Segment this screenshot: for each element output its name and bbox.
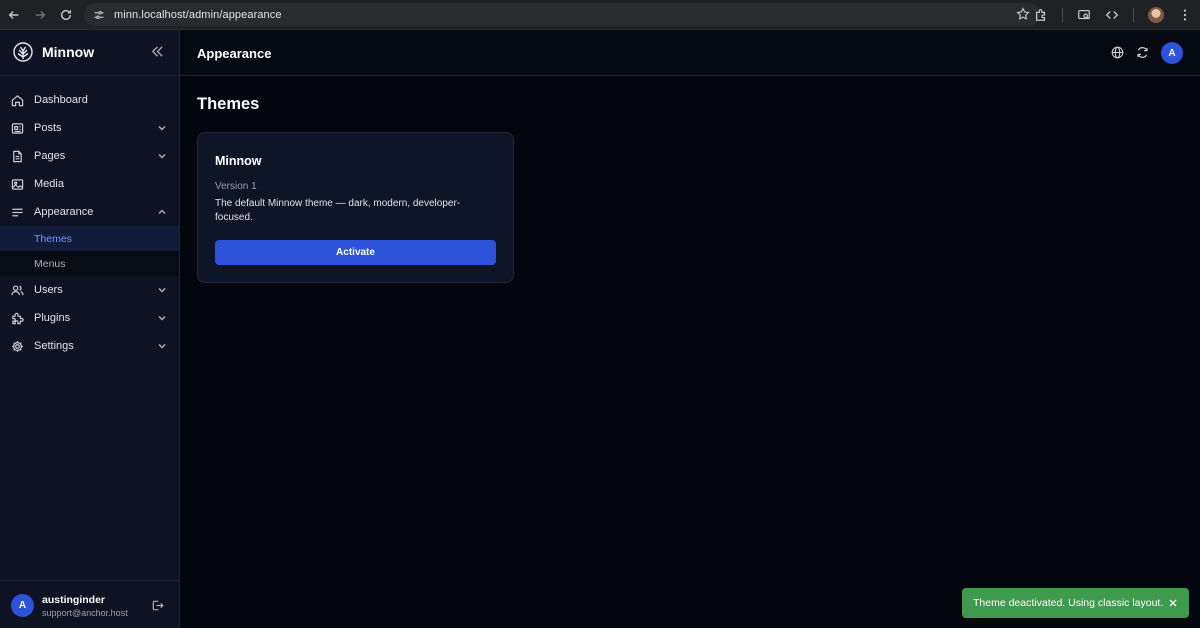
chevron-down-icon <box>158 126 166 131</box>
activate-button[interactable]: Activate <box>215 240 496 265</box>
sidebar-item-label: Pages <box>34 150 66 162</box>
sidebar-item-dashboard[interactable]: Dashboard <box>0 86 179 114</box>
sidebar-item-pages[interactable]: Pages <box>0 142 179 170</box>
header-title: Appearance <box>197 46 272 61</box>
url-text[interactable]: minn.localhost/admin/appearance <box>114 9 282 21</box>
sidebar-item-appearance[interactable]: Appearance <box>0 198 179 226</box>
users-icon <box>11 284 24 297</box>
cast-icon[interactable] <box>1077 8 1091 22</box>
chevron-up-icon <box>158 209 166 214</box>
toolbar-divider <box>1062 8 1063 22</box>
sidebar-subitem-themes[interactable]: Themes <box>0 226 179 251</box>
sidebar-item-media[interactable]: Media <box>0 170 179 198</box>
gear-icon <box>11 340 24 353</box>
appearance-icon <box>11 206 24 219</box>
sidebar-item-label: Settings <box>34 340 74 352</box>
page-title: Themes <box>197 95 260 113</box>
sidebar-item-label: Appearance <box>34 206 94 218</box>
reload-button[interactable] <box>54 3 78 27</box>
posts-icon <box>11 122 24 135</box>
collapse-sidebar-icon[interactable] <box>151 45 164 58</box>
user-email: support@anchor.host <box>42 608 128 618</box>
sidebar-item-posts[interactable]: Posts <box>0 114 179 142</box>
theme-version: Version 1 <box>215 181 257 192</box>
arrow-right-icon <box>35 10 46 19</box>
puzzle-icon <box>11 312 24 325</box>
pages-icon <box>11 150 24 163</box>
brand-name: Minnow <box>42 44 95 60</box>
address-bar[interactable]: minn.localhost/admin/appearance <box>84 3 1040 26</box>
sidebar-item-plugins[interactable]: Plugins <box>0 304 179 332</box>
sidebar-nav: Dashboard Posts Pages Media Appearance T… <box>0 86 179 360</box>
sidebar: Minnow Dashboard Posts Pages Media Appea… <box>0 30 180 628</box>
browser-toolbar: minn.localhost/admin/appearance <box>0 0 1200 30</box>
appearance-submenu: Themes Menus <box>0 226 179 276</box>
toast-notification: Theme deactivated. Using classic layout. <box>962 588 1189 618</box>
code-icon[interactable] <box>1105 8 1119 22</box>
theme-name: Minnow <box>215 154 262 168</box>
logout-icon[interactable] <box>151 599 164 612</box>
chevron-down-icon <box>158 288 166 293</box>
home-icon <box>11 94 24 107</box>
bookmark-star-icon[interactable] <box>1016 7 1030 21</box>
browser-profile-avatar[interactable] <box>1148 7 1164 23</box>
image-icon <box>11 178 24 191</box>
chevron-down-icon <box>158 344 166 349</box>
chevron-down-icon <box>158 316 166 321</box>
forward-button[interactable] <box>28 3 52 27</box>
user-name: austinginder <box>42 594 106 606</box>
header-user-avatar[interactable]: A <box>1161 42 1183 64</box>
toolbar-divider <box>1133 8 1134 22</box>
reload-icon <box>60 9 72 20</box>
close-icon[interactable] <box>1168 598 1178 608</box>
toast-message: Theme deactivated. Using classic layout. <box>973 597 1164 609</box>
sidebar-item-label: Dashboard <box>34 94 88 106</box>
extensions-icon[interactable] <box>1034 8 1048 22</box>
browser-menu-icon[interactable] <box>1178 8 1192 22</box>
sidebar-item-users[interactable]: Users <box>0 276 179 304</box>
brand[interactable]: Minnow <box>13 42 94 62</box>
chevron-down-icon <box>158 154 166 159</box>
sidebar-subitem-menus[interactable]: Menus <box>0 251 179 276</box>
sidebar-item-label: Media <box>34 178 64 190</box>
top-header: Appearance A <box>180 30 1200 76</box>
sidebar-item-settings[interactable]: Settings <box>0 332 179 360</box>
sidebar-item-label: Users <box>34 284 63 296</box>
divider <box>0 75 180 76</box>
globe-icon[interactable] <box>1111 46 1124 59</box>
site-info-icon[interactable] <box>90 6 108 24</box>
divider <box>0 580 180 581</box>
minnow-logo-icon <box>13 42 33 62</box>
sidebar-item-label: Plugins <box>34 312 71 324</box>
theme-description: The default Minnow theme — dark, modern,… <box>215 198 461 223</box>
user-avatar[interactable]: A <box>11 594 34 617</box>
arrow-left-icon <box>8 10 19 19</box>
refresh-icon[interactable] <box>1136 46 1149 59</box>
sidebar-item-label: Posts <box>34 122 62 134</box>
back-button[interactable] <box>2 3 26 27</box>
theme-card: Minnow Version 1 The default Minnow them… <box>197 132 514 283</box>
